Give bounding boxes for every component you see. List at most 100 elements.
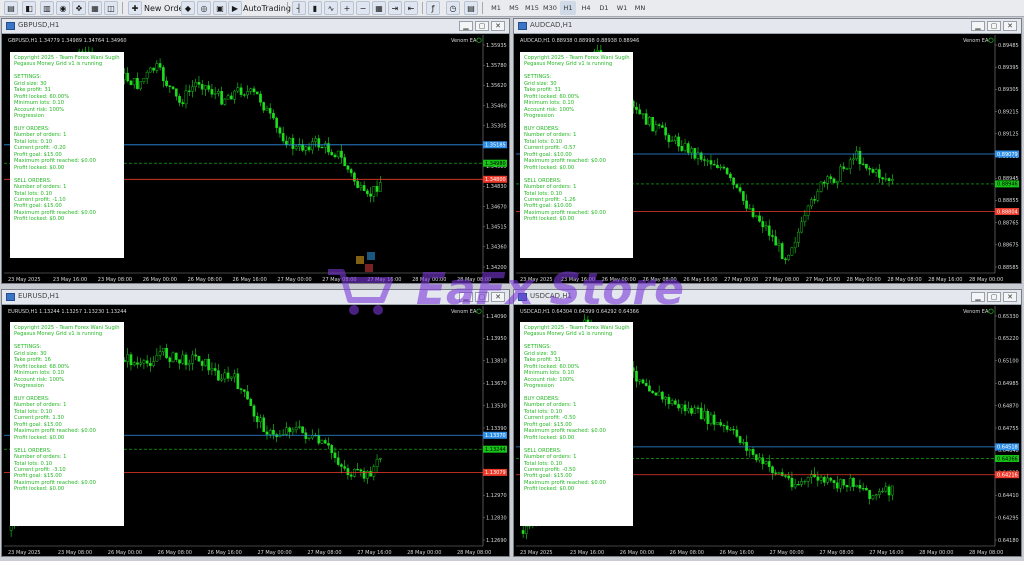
candle	[661, 125, 664, 128]
price-tick-label: 0.64180	[998, 538, 1019, 544]
candle	[281, 133, 285, 142]
candle	[333, 154, 337, 158]
candle	[255, 416, 259, 423]
chart-window-gbpusd[interactable]: GBPUSD,H1 ▁ ▢ ✕ GBPUSD,H1 1.34779 1.3498…	[1, 18, 510, 284]
candle	[165, 347, 168, 359]
price-tick-label: 1.34360	[486, 245, 507, 251]
candle	[725, 425, 729, 430]
window-titlebar[interactable]: USDCAD,H1 ▁ ▢ ✕	[514, 290, 1021, 305]
candle	[294, 427, 298, 431]
zoom-out-icon[interactable]: −	[356, 1, 370, 15]
zoom-in-icon[interactable]: +	[340, 1, 354, 15]
maximize-button[interactable]: ▢	[987, 292, 1001, 302]
candle	[174, 352, 178, 360]
candle	[207, 85, 211, 90]
close-button[interactable]: ✕	[1003, 21, 1017, 31]
terminal-icon[interactable]: ▦	[88, 1, 102, 15]
candle	[132, 362, 136, 366]
price-tick-label: 0.64870	[998, 403, 1019, 409]
autoscroll-icon[interactable]: ⇥	[388, 1, 402, 15]
timeframe-m5[interactable]: M5	[506, 1, 522, 15]
time-tick-label: 28 May 08:00	[969, 550, 1003, 556]
market-watch-icon[interactable]: ▥	[40, 1, 54, 15]
timeframe-d1[interactable]: D1	[596, 1, 612, 15]
bar-chart-icon[interactable]: ┤	[292, 1, 306, 15]
time-tick-label: 27 May 16:00	[869, 550, 903, 556]
autotrading-icon[interactable]: ▶	[228, 1, 242, 15]
timeframe-mn[interactable]: MN	[632, 1, 648, 15]
candle	[249, 398, 253, 406]
timeframe-w1[interactable]: W1	[614, 1, 630, 15]
candle	[735, 429, 739, 437]
maximize-button[interactable]: ▢	[475, 21, 489, 31]
candle	[852, 477, 855, 487]
candle	[129, 354, 133, 366]
candle	[375, 458, 379, 468]
close-button[interactable]: ✕	[491, 21, 505, 31]
data-window-icon[interactable]: ◉	[56, 1, 70, 15]
maximize-button[interactable]: ▢	[475, 292, 489, 302]
ohlc-readout: EURUSD,H1 1.13244 1.13257 1.13230 1.1324…	[8, 309, 127, 315]
candle	[696, 407, 700, 409]
candle	[152, 361, 155, 366]
strategy-tester-icon[interactable]: ◫	[104, 1, 118, 15]
templates-icon[interactable]: ▤	[464, 1, 478, 15]
minimize-button[interactable]: ▁	[971, 292, 985, 302]
autotrading-button[interactable]: AutoTrading	[241, 1, 293, 15]
candle	[871, 169, 875, 173]
timeframe-m1[interactable]: M1	[488, 1, 504, 15]
timeframe-h1[interactable]: H1	[560, 1, 576, 15]
minimize-button[interactable]: ▁	[971, 21, 985, 31]
profiles-icon[interactable]: ◧	[22, 1, 36, 15]
candle	[842, 166, 846, 169]
candle	[149, 363, 152, 366]
candlestick-icon[interactable]: ▮	[308, 1, 322, 15]
timeframe-m30[interactable]: M30	[542, 1, 558, 15]
indicators-icon[interactable]: ƒ	[426, 1, 440, 15]
time-tick-label: 26 May 08:00	[670, 550, 704, 556]
time-tick-label: 26 May 00:00	[602, 277, 636, 283]
maximize-button[interactable]: ▢	[987, 21, 1001, 31]
window-titlebar[interactable]: GBPUSD,H1 ▁ ▢ ✕	[2, 19, 509, 34]
navigator-icon[interactable]: ✥	[72, 1, 86, 15]
minimize-button[interactable]: ▁	[459, 292, 473, 302]
chart-window-eurusd[interactable]: EURUSD,H1 ▁ ▢ ✕ EURUSD,H1 1.13244 1.1325…	[1, 289, 510, 557]
candle	[184, 354, 188, 366]
chart-window-usdcad[interactable]: USDCAD,H1 ▁ ▢ ✕ USDCAD,H1 0.64304 0.6439…	[513, 289, 1022, 557]
time-tick-label: 23 May 2025	[8, 277, 41, 283]
price-tag-label: 1.35185	[485, 143, 506, 149]
window-titlebar[interactable]: EURUSD,H1 ▁ ▢ ✕	[2, 290, 509, 305]
periods-icon[interactable]: ◷	[446, 1, 460, 15]
options-icon[interactable]: ◎	[197, 1, 211, 15]
close-button[interactable]: ✕	[491, 292, 505, 302]
time-tick-label: 27 May 00:00	[724, 277, 758, 283]
candle	[239, 87, 243, 95]
history-icon[interactable]: ▣	[213, 1, 227, 15]
candle	[291, 137, 295, 149]
candle	[797, 231, 800, 243]
window-titlebar[interactable]: AUDCAD,H1 ▁ ▢ ✕	[514, 19, 1021, 34]
candle	[706, 160, 710, 162]
ea-info-panel: Copyright 2025 - Team Forex Wani Sugih Pe…	[10, 322, 124, 526]
candle	[771, 235, 774, 237]
close-button[interactable]: ✕	[1003, 292, 1017, 302]
timeframe-h4[interactable]: H4	[578, 1, 594, 15]
price-tick-label: 0.89305	[998, 87, 1019, 93]
chart-window-audcad[interactable]: AUDCAD,H1 ▁ ▢ ✕ AUDCAD,H1 0.88938 0.8899…	[513, 18, 1022, 284]
timeframe-m15[interactable]: M15	[524, 1, 540, 15]
time-tick-label: 28 May 00:00	[919, 550, 953, 556]
line-chart-icon[interactable]: ∿	[324, 1, 338, 15]
price-tag-label: 1.34800	[485, 177, 506, 183]
candle	[307, 146, 311, 151]
candle	[761, 221, 765, 228]
chart-shift-icon[interactable]: ⇤	[404, 1, 418, 15]
metaeditor-icon[interactable]: ◆	[181, 1, 195, 15]
candle	[359, 469, 363, 472]
tile-windows-icon[interactable]: ▦	[372, 1, 386, 15]
new-chart-icon[interactable]: ▤	[4, 1, 18, 15]
minimize-button[interactable]: ▁	[459, 21, 473, 31]
candle	[712, 164, 716, 166]
candle	[654, 392, 658, 396]
candle	[259, 417, 262, 423]
new-order-icon[interactable]: ✚	[128, 1, 142, 15]
